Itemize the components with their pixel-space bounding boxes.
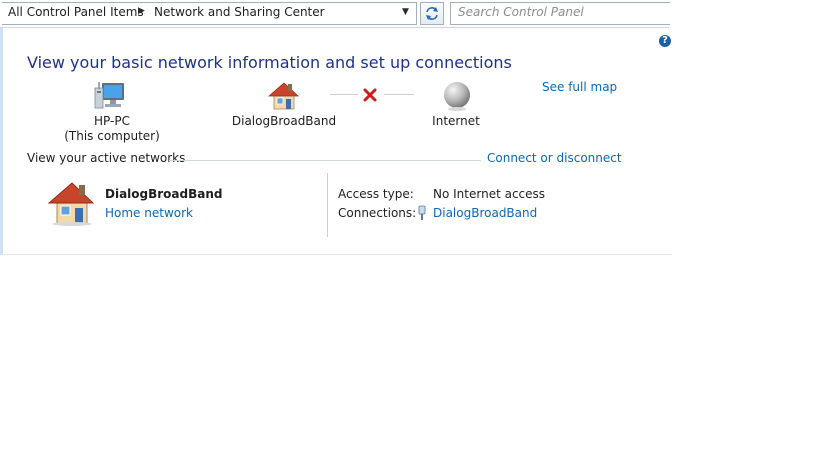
network-house-icon[interactable] xyxy=(46,180,96,226)
house-icon[interactable] xyxy=(266,80,300,112)
active-networks-heading: View your active networks xyxy=(27,151,186,165)
breadcrumb-all-control-panel-items[interactable]: All Control Panel Items xyxy=(8,5,144,19)
red-x-icon[interactable] xyxy=(362,87,378,103)
computer-label: HP-PC (This computer) xyxy=(60,114,164,144)
breadcrumb-network-and-sharing-center[interactable]: Network and Sharing Center xyxy=(154,5,325,19)
computer-name: HP-PC xyxy=(94,114,130,128)
access-type-label: Access type: xyxy=(338,187,414,201)
vertical-divider xyxy=(327,173,328,237)
access-type-value: No Internet access xyxy=(433,187,546,201)
network-type-link[interactable]: Home network xyxy=(105,206,193,220)
internet-label: Internet xyxy=(432,114,480,128)
network-label: DialogBroadBand xyxy=(231,114,337,128)
computer-sub: (This computer) xyxy=(64,129,160,143)
globe-icon[interactable] xyxy=(441,80,473,112)
connection-link[interactable]: DialogBroadBand xyxy=(433,206,537,220)
refresh-icon xyxy=(426,7,438,20)
connection-line-right xyxy=(384,94,414,95)
help-icon[interactable]: ? xyxy=(659,35,671,47)
connections-label: Connections: xyxy=(338,206,417,220)
network-name: DialogBroadBand xyxy=(105,187,223,201)
computer-icon[interactable] xyxy=(93,80,127,112)
connect-or-disconnect-link[interactable]: Connect or disconnect xyxy=(487,151,622,165)
see-full-map-link[interactable]: See full map xyxy=(542,80,617,94)
search-placeholder: Search Control Panel xyxy=(458,5,584,19)
address-dropdown-icon[interactable]: ▼ xyxy=(402,7,409,17)
refresh-button[interactable] xyxy=(420,2,444,25)
connection-line-left xyxy=(330,94,358,95)
breadcrumb-separator-icon[interactable]: ▶ xyxy=(138,6,145,16)
page-title: View your basic network information and … xyxy=(27,53,512,72)
heading-divider xyxy=(169,160,481,161)
ethernet-connection-icon xyxy=(417,205,427,220)
